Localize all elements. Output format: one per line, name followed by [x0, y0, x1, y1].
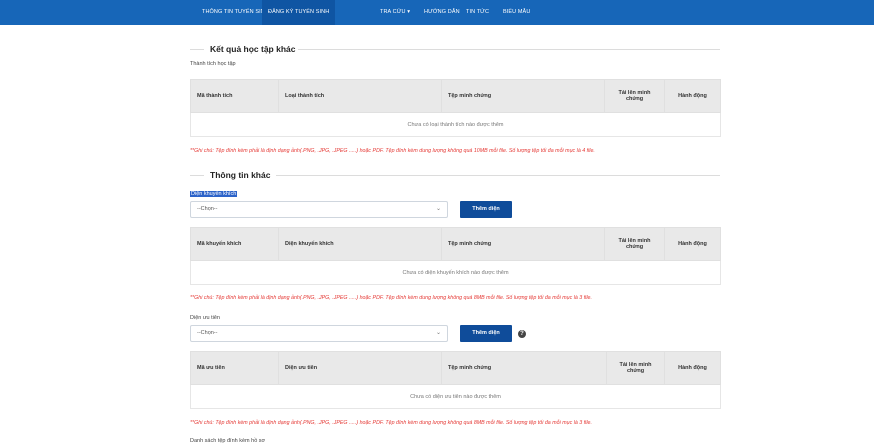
them-dien-khuyen-khich-button[interactable]: Thêm diện: [460, 201, 512, 218]
ghi-chu-note: **Ghi chú: Tệp đính kèm phải là định dạn…: [190, 420, 592, 426]
select-value: --Chọn--: [197, 330, 218, 336]
col-tai-len-minh-chung: Tải lên minh chứng: [604, 227, 665, 261]
col-hanh-dong: Hành động: [664, 79, 721, 113]
uu-tien-table: Mã ưu tiên Diện ưu tiên Tệp minh chứng T…: [190, 351, 721, 409]
title-line-right: [298, 49, 720, 50]
title-line-left: [190, 49, 204, 50]
section-title: Kết quả học tập khác: [210, 44, 296, 54]
col-hanh-dong: Hành động: [664, 351, 721, 385]
ghi-chu-note: **Ghi chú: Tệp đính kèm phải là định dạn…: [190, 295, 592, 301]
col-loai-thanh-tich: Loại thành tích: [278, 79, 442, 113]
dien-uu-tien-select[interactable]: --Chọn-- ⌄: [190, 325, 448, 342]
col-hanh-dong: Hành động: [664, 227, 721, 261]
chevron-down-icon: ⌄: [435, 206, 441, 212]
help-icon[interactable]: ?: [518, 330, 526, 338]
table-header-row: Mã ưu tiên Diện ưu tiên Tệp minh chứng T…: [190, 351, 721, 385]
col-tai-len-minh-chung: Tải lên minh chứng: [606, 351, 665, 385]
chevron-down-icon: ⌄: [435, 330, 441, 336]
danh-sach-tep-label: Danh sách tệp đính kèm hồ sơ: [190, 438, 266, 444]
empty-message: Chưa có diện ưu tiên nào được thêm: [190, 384, 721, 409]
col-ma-khuyen-khich: Mã khuyến khích: [190, 227, 279, 261]
thanh-tich-label: Thành tích học tập: [190, 61, 236, 67]
title-line-right: [276, 175, 720, 176]
section-title: Thông tin khác: [210, 170, 271, 180]
col-ma-uu-tien: Mã ưu tiên: [190, 351, 279, 385]
table-row: Chưa có diện ưu tiên nào được thêm: [190, 384, 721, 409]
section-thong-tin-khac: Thông tin khác: [190, 168, 720, 182]
select-value: --Chọn--: [197, 206, 218, 212]
dien-khuyen-khich-label: Diện khuyến khích: [190, 191, 238, 197]
table-row: Chưa có loại thành tích nào được thêm: [190, 112, 721, 137]
title-line-left: [190, 175, 204, 176]
khuyen-khich-table: Mã khuyến khích Diện khuyến khích Tệp mi…: [190, 227, 721, 285]
col-tep-minh-chung: Tệp minh chứng: [441, 227, 605, 261]
col-ma-thanh-tich: Mã thành tích: [190, 79, 279, 113]
col-dien-uu-tien: Diện ưu tiên: [278, 351, 442, 385]
col-tep-minh-chung: Tệp minh chứng: [441, 351, 607, 385]
col-dien-khuyen-khich: Diện khuyến khích: [278, 227, 442, 261]
col-tep-minh-chung: Tệp minh chứng: [441, 79, 605, 113]
main-content: Kết quả học tập khác Thành tích học tập …: [190, 0, 721, 445]
dien-khuyen-khich-select[interactable]: --Chọn-- ⌄: [190, 201, 448, 218]
table-row: Chưa có diện khuyến khích nào được thêm: [190, 260, 721, 285]
table-header-row: Mã thành tích Loại thành tích Tệp minh c…: [190, 79, 721, 113]
empty-message: Chưa có loại thành tích nào được thêm: [190, 112, 721, 137]
thanh-tich-table: Mã thành tích Loại thành tích Tệp minh c…: [190, 79, 721, 137]
dien-uu-tien-label: Diện ưu tiên: [190, 315, 220, 321]
table-header-row: Mã khuyến khích Diện khuyến khích Tệp mi…: [190, 227, 721, 261]
empty-message: Chưa có diện khuyến khích nào được thêm: [190, 260, 721, 285]
col-tai-len-minh-chung: Tải lên minh chứng: [604, 79, 665, 113]
ghi-chu-note: **Ghi chú: Tệp đính kèm phải là định dạn…: [190, 148, 595, 154]
section-ket-qua-hoc-tap: Kết quả học tập khác: [190, 42, 720, 56]
them-dien-uu-tien-button[interactable]: Thêm diện: [460, 325, 512, 342]
